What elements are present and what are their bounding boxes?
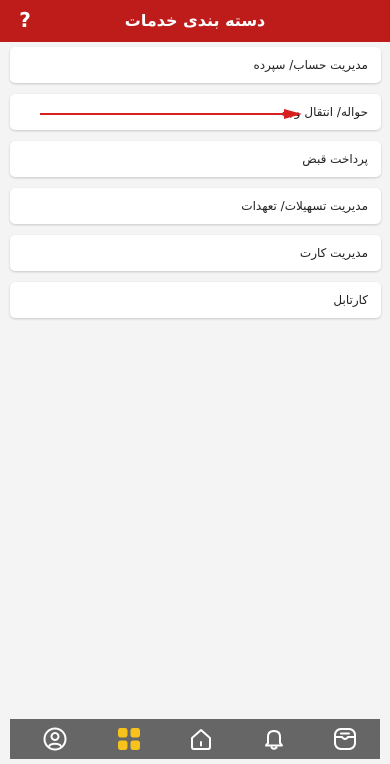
nav-home[interactable]	[188, 726, 214, 752]
menu-item-label: مدیریت تسهیلات/ تعهدات	[241, 199, 368, 213]
service-menu: مدیریت حساب/ سپرده حواله/ انتقال وجه پرد…	[10, 47, 381, 329]
menu-item-label: کارتابل	[333, 293, 368, 307]
menu-item-label: مدیریت حساب/ سپرده	[253, 58, 369, 72]
menu-item-cartable[interactable]: کارتابل	[10, 282, 381, 318]
bell-icon	[265, 730, 283, 750]
nav-notifications[interactable]	[261, 726, 287, 752]
nav-wallet[interactable]	[332, 726, 358, 752]
menu-item-bill-payment[interactable]: پرداخت قبض	[10, 141, 381, 177]
nav-services[interactable]	[116, 726, 142, 752]
menu-item-label: پرداخت قبض	[302, 152, 368, 166]
nav-profile[interactable]	[42, 726, 68, 752]
grid-icon	[118, 728, 140, 750]
bottom-navigation	[10, 719, 380, 759]
menu-item-label: مدیریت کارت	[299, 246, 368, 260]
menu-item-card-management[interactable]: مدیریت کارت	[10, 235, 381, 271]
page-title: دسته بندی خدمات	[124, 11, 266, 30]
app-header: ? دسته بندی خدمات	[0, 0, 390, 42]
wallet-icon	[334, 728, 356, 750]
annotation-arrow-icon	[40, 109, 302, 119]
menu-item-account-deposit[interactable]: مدیریت حساب/ سپرده	[10, 47, 381, 83]
home-icon	[191, 729, 211, 750]
profile-icon	[43, 727, 67, 751]
menu-item-loans[interactable]: مدیریت تسهیلات/ تعهدات	[10, 188, 381, 224]
